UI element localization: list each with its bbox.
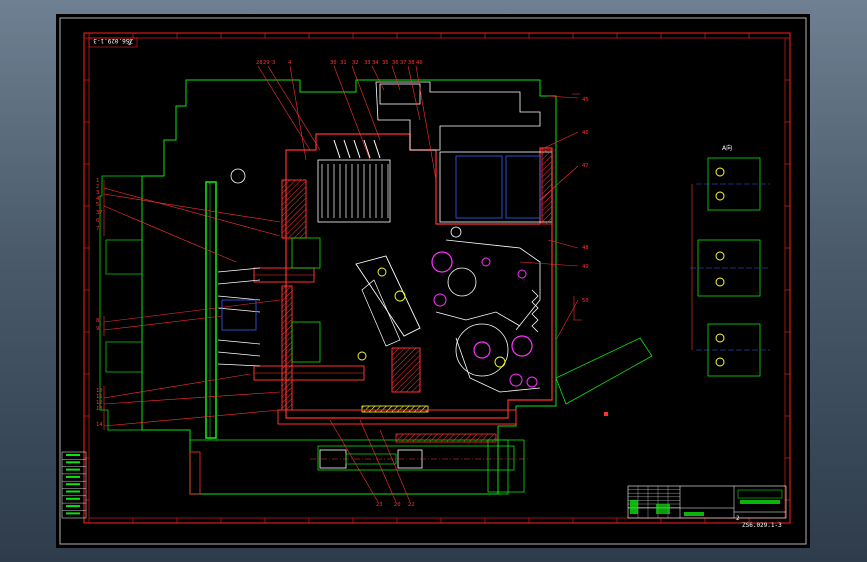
drawing-number-bottom: ZS6.029.1-3 [742,522,782,529]
callout-number: 9 [96,326,99,332]
callouts-bottom: 23 20 22 [376,502,415,508]
callout-number: 22 [408,502,415,508]
sheet-number-small: 2 [128,40,132,47]
callout-number: 36 [392,60,399,66]
callout-number: 35 [382,60,389,66]
drawing-sheet [56,14,810,548]
callout-number: 31 [340,60,347,66]
hatched-insulation-1 [281,179,307,239]
callout-number: 38 [408,60,415,66]
cad-viewport: ZS6.029.1-3 2 28 29 3 4 30 31 32 33 34 3… [0,0,867,562]
callout-number: 32 [352,60,359,66]
callout-number: 37 [96,210,103,216]
callout-number: 7 [96,226,99,232]
title-block-sheet: 2 [736,515,740,522]
callout-number: 28 [256,60,263,66]
callout-number: 3 [272,60,275,66]
callout-number: 14 [96,422,103,428]
callout-number: 49 [582,264,589,270]
hatched-bar-bottom [361,405,429,413]
callout-number: 45 [582,97,589,103]
hatched-insulation-3 [391,347,421,393]
callout-number: 30 [330,60,337,66]
callout-number: 33 [364,60,371,66]
red-tag [604,412,608,416]
callout-number: 47 [582,163,589,169]
callout-number: 48 [582,245,589,251]
callout-number: 5 [96,202,99,208]
drawing-number-top: ZS6.029.1-3 [93,37,133,44]
callout-number: 29 [263,60,270,66]
callout-number: 13 [96,406,103,412]
callout-number: 6 [96,218,99,224]
motor-housing-red [541,149,553,225]
view-label: A向 [722,144,732,152]
callout-number: 50 [582,298,589,304]
callout-number: 34 [372,60,379,66]
callout-number: 37 [400,60,407,66]
cad-drawing: ZS6.029.1-3 2 28 29 3 4 30 31 32 33 34 3… [56,14,810,548]
callout-number: 23 [376,502,383,508]
upper-shaft-red [395,433,497,443]
callout-number: 8 [96,318,99,324]
hatched-insulation-2 [281,285,293,411]
callout-number: 46 [582,130,589,136]
callout-number: 20 [394,502,401,508]
callout-number: 40 [416,60,423,66]
